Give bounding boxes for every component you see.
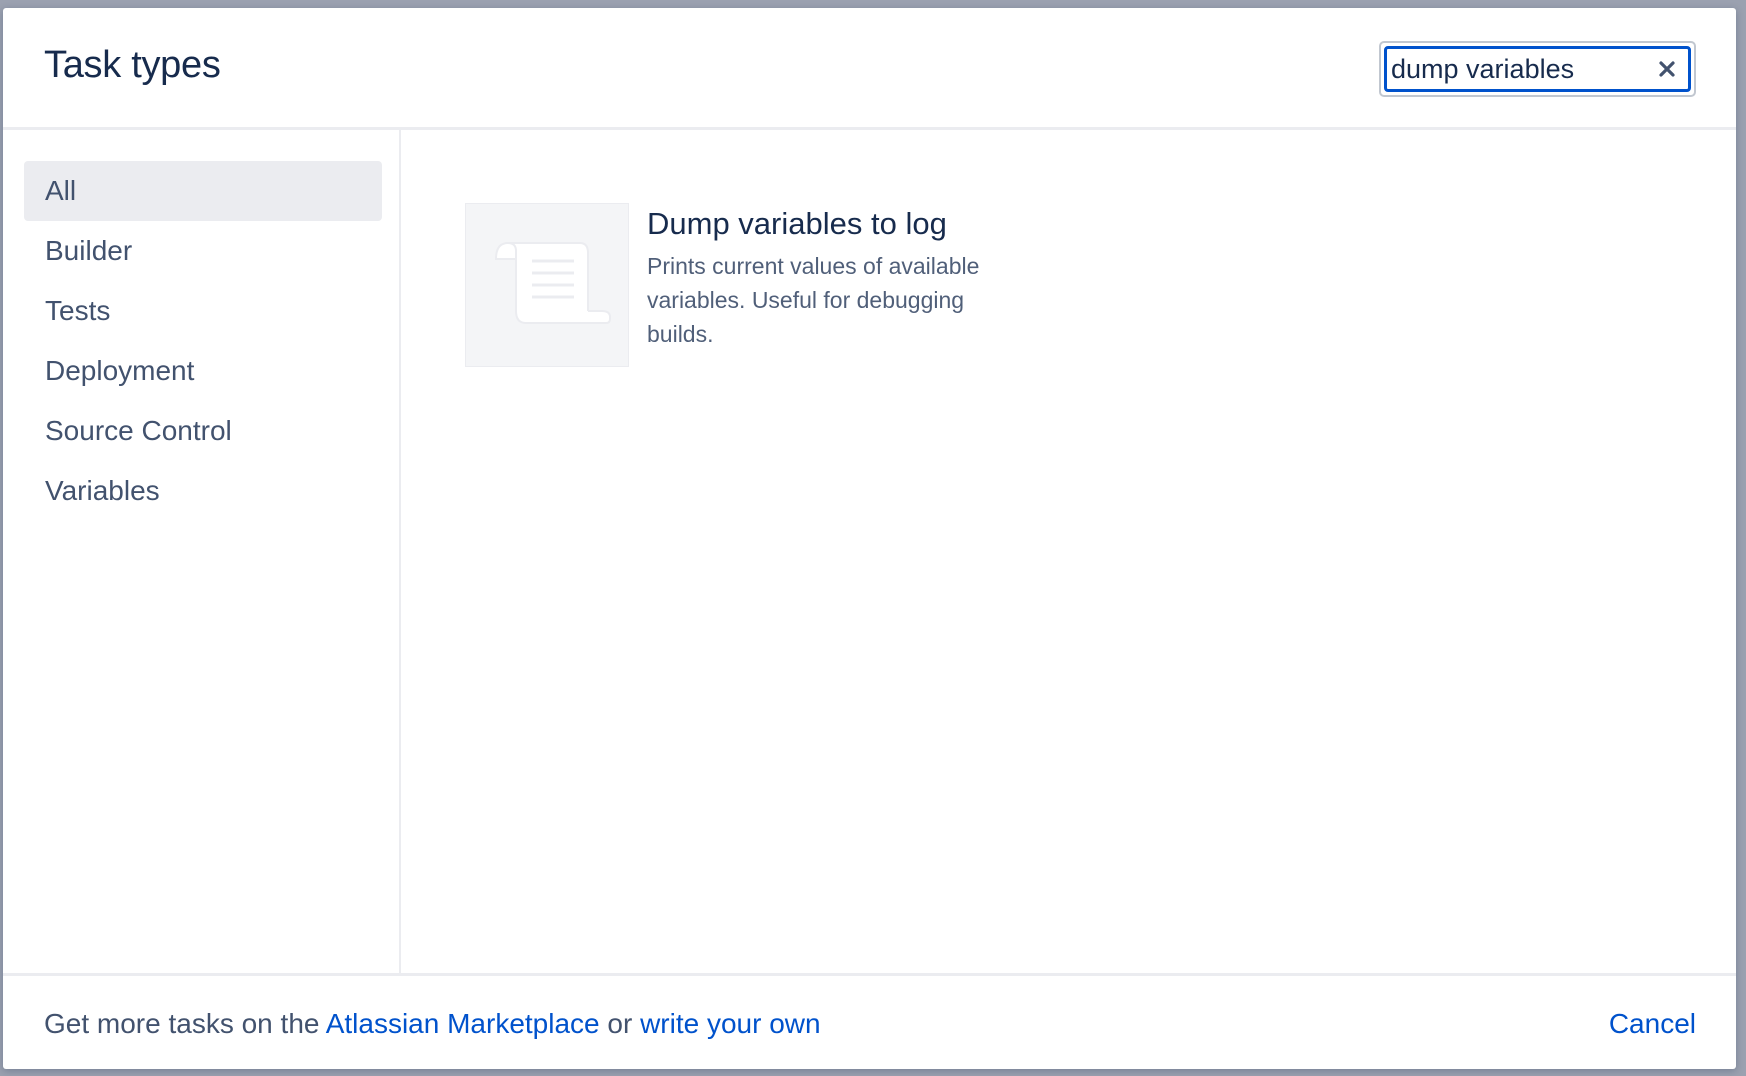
sidebar-item-source-control[interactable]: Source Control xyxy=(24,401,382,461)
task-types-dialog: Task types All Builder Tests Deployment … xyxy=(3,8,1736,1069)
category-list: All Builder Tests Deployment Source Cont… xyxy=(24,161,382,521)
search-box xyxy=(1379,41,1696,97)
footer-hint: Get more tasks on the Atlassian Marketpl… xyxy=(44,1008,821,1040)
task-card-dump-variables[interactable]: Dump variables to log Prints current val… xyxy=(465,203,1027,367)
dialog-title: Task types xyxy=(44,44,221,86)
atlassian-marketplace-link[interactable]: Atlassian Marketplace xyxy=(326,1008,600,1039)
task-description: Prints current values of available varia… xyxy=(647,253,980,347)
task-thumbnail xyxy=(465,203,629,367)
dialog-footer: Get more tasks on the Atlassian Marketpl… xyxy=(3,973,1736,1069)
search-input[interactable] xyxy=(1391,49,1651,89)
footer-text-middle: or xyxy=(599,1008,641,1039)
cancel-button[interactable]: Cancel xyxy=(1609,1004,1696,1044)
footer-text-prefix: Get more tasks on the xyxy=(44,1008,326,1039)
dialog-header: Task types xyxy=(3,8,1736,130)
sidebar-item-builder[interactable]: Builder xyxy=(24,221,382,281)
task-title: Dump variables to log xyxy=(647,206,947,241)
sidebar-item-tests[interactable]: Tests xyxy=(24,281,382,341)
sidebar-item-all[interactable]: All xyxy=(24,161,382,221)
task-text: Dump variables to log Prints current val… xyxy=(647,203,1027,367)
write-your-own-link[interactable]: write your own xyxy=(640,1008,821,1039)
search-field-frame xyxy=(1384,46,1691,92)
close-icon[interactable] xyxy=(1654,56,1680,82)
task-results: Dump variables to log Prints current val… xyxy=(401,130,1736,973)
script-scroll-icon xyxy=(482,227,612,344)
sidebar-item-deployment[interactable]: Deployment xyxy=(24,341,382,401)
sidebar-item-variables[interactable]: Variables xyxy=(24,461,382,521)
category-sidebar: All Builder Tests Deployment Source Cont… xyxy=(3,130,401,973)
